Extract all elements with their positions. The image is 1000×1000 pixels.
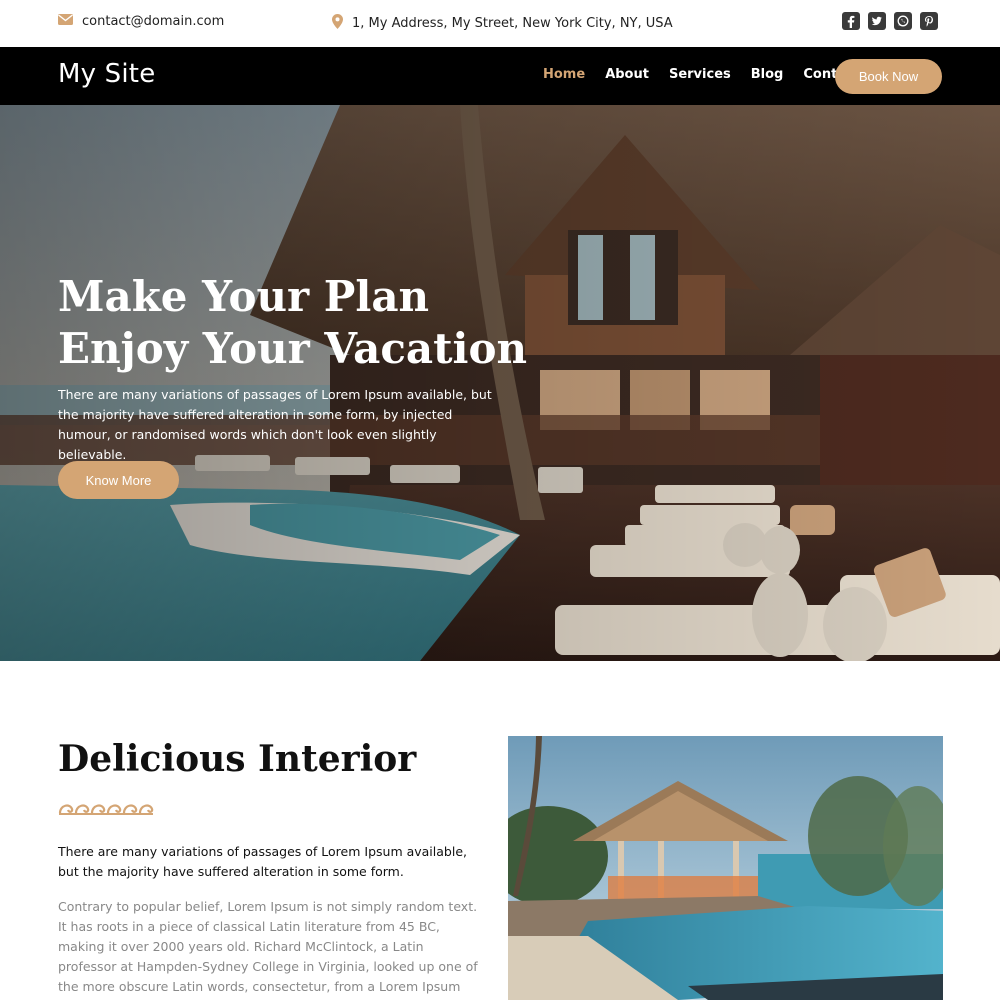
whatsapp-icon[interactable] bbox=[894, 12, 912, 30]
site-brand[interactable]: My Site bbox=[58, 59, 155, 89]
email-text: contact@domain.com bbox=[82, 14, 225, 29]
main-navbar: My Site Home About Services Blog Contact… bbox=[0, 47, 1000, 105]
nav-services[interactable]: Services bbox=[669, 67, 731, 82]
twitter-icon[interactable] bbox=[868, 12, 886, 30]
social-links bbox=[842, 12, 938, 30]
nav-home[interactable]: Home bbox=[543, 67, 585, 82]
nav-blog[interactable]: Blog bbox=[751, 67, 784, 82]
hero-title: Make Your Plan Enjoy Your Vacation bbox=[58, 271, 527, 375]
contact-email[interactable]: contact@domain.com bbox=[58, 14, 224, 29]
hero-overlay bbox=[0, 105, 1000, 661]
facebook-icon[interactable] bbox=[842, 12, 860, 30]
map-pin-icon bbox=[332, 14, 343, 33]
section-lead: There are many variations of passages of… bbox=[58, 844, 467, 879]
wave-divider-icon bbox=[58, 801, 154, 821]
interior-photo bbox=[508, 736, 943, 1000]
envelope-icon bbox=[58, 14, 73, 29]
hero-description: There are many variations of passages of… bbox=[58, 387, 492, 462]
section-body: Contrary to popular belief, Lorem Ipsum … bbox=[58, 899, 478, 1000]
hero-title-line-1: Make Your Plan bbox=[58, 272, 430, 321]
top-info-bar: contact@domain.com 1, My Address, My Str… bbox=[0, 0, 1000, 47]
pinterest-icon[interactable] bbox=[920, 12, 938, 30]
nav-about[interactable]: About bbox=[605, 67, 649, 82]
hero-banner: Make Your Plan Enjoy Your Vacation There… bbox=[0, 105, 1000, 661]
book-now-button[interactable]: Book Now bbox=[835, 59, 942, 94]
contact-address: 1, My Address, My Street, New York City,… bbox=[332, 14, 673, 33]
nav-links: Home About Services Blog Contact bbox=[543, 67, 860, 82]
address-text: 1, My Address, My Street, New York City,… bbox=[352, 16, 673, 31]
section-title: Delicious Interior bbox=[58, 738, 417, 780]
hero-title-line-2: Enjoy Your Vacation bbox=[58, 324, 528, 373]
know-more-button[interactable]: Know More bbox=[58, 461, 179, 499]
